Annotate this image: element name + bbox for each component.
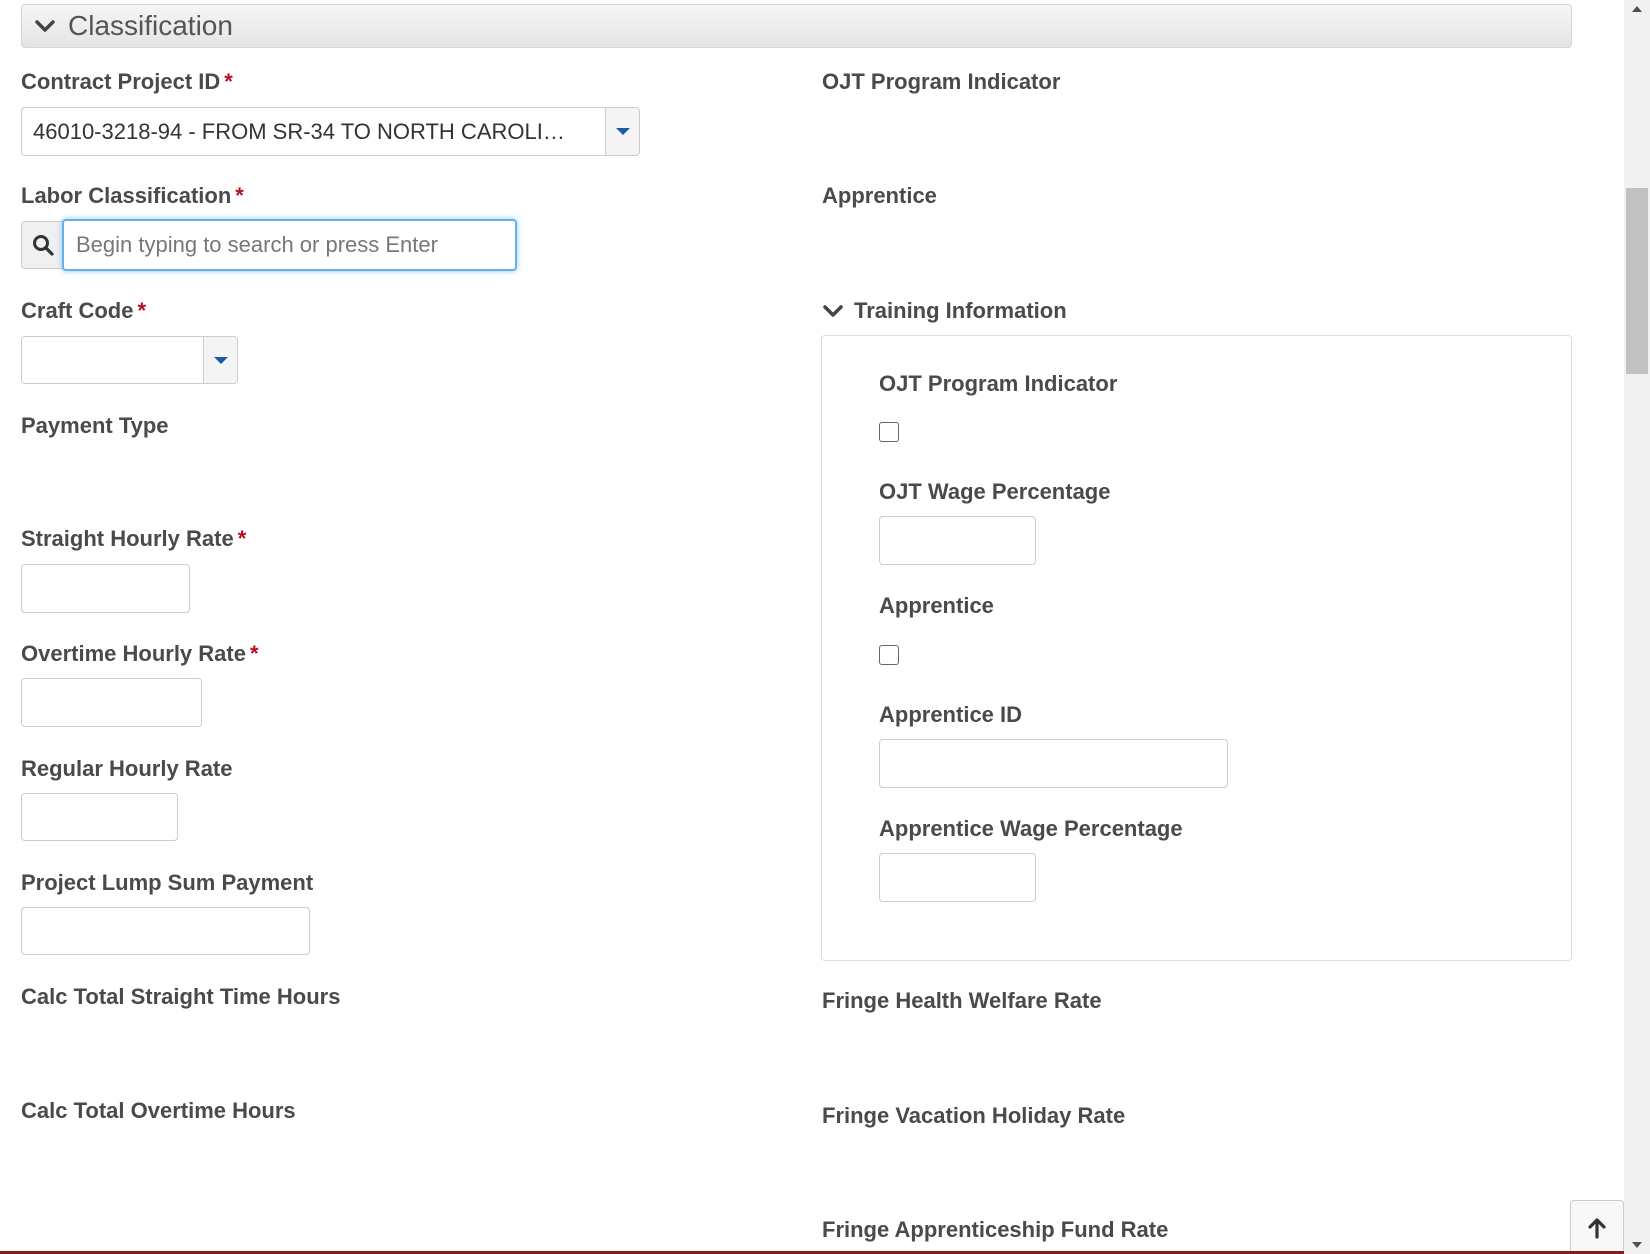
overtime-hourly-rate-input[interactable] bbox=[21, 678, 202, 727]
training-information-title: Training Information bbox=[854, 298, 1067, 323]
project-lump-sum-payment-label: Project Lump Sum Payment bbox=[21, 870, 314, 895]
straight-hourly-rate-label: Straight Hourly Rate * bbox=[21, 526, 247, 551]
ojt-program-indicator-label: OJT Program Indicator bbox=[822, 69, 1061, 94]
caret-down-icon bbox=[213, 356, 228, 364]
ojt-program-indicator-checkbox[interactable] bbox=[879, 422, 899, 442]
craft-code-dropdown-button[interactable] bbox=[203, 337, 237, 383]
ojt-wage-percentage-input[interactable] bbox=[879, 516, 1036, 565]
scroll-up-arrow-icon bbox=[1632, 6, 1642, 12]
payment-type-label: Payment Type bbox=[21, 413, 169, 438]
back-to-top-button[interactable] bbox=[1570, 1200, 1624, 1254]
ojt-wage-percentage-label: OJT Wage Percentage bbox=[879, 479, 1111, 504]
labor-classification-search-button[interactable] bbox=[21, 221, 63, 269]
contract-project-id-value: 46010-3218-94 - FROM SR-34 TO NORTH CARO… bbox=[33, 118, 565, 144]
project-lump-sum-payment-input[interactable] bbox=[21, 907, 310, 955]
training-information-toggle[interactable]: Training Information bbox=[822, 298, 1067, 324]
fringe-vacation-holiday-rate-label: Fringe Vacation Holiday Rate bbox=[822, 1103, 1126, 1128]
scroll-down-arrow-icon bbox=[1632, 1242, 1642, 1248]
fringe-apprenticeship-fund-rate-label: Fringe Apprenticeship Fund Rate bbox=[822, 1217, 1169, 1242]
labor-classification-label: Labor Classification * bbox=[21, 183, 244, 208]
section-title: Classification bbox=[68, 10, 233, 41]
craft-code-select[interactable] bbox=[21, 336, 238, 384]
apprentice-checkbox[interactable] bbox=[879, 645, 899, 665]
regular-hourly-rate-input[interactable] bbox=[21, 793, 178, 841]
apprentice-wage-percentage-input[interactable] bbox=[879, 853, 1036, 902]
chevron-down-icon bbox=[34, 15, 56, 37]
calc-total-overtime-hours-label: Calc Total Overtime Hours bbox=[21, 1098, 296, 1123]
chevron-down-icon bbox=[822, 300, 844, 322]
regular-hourly-rate-label: Regular Hourly Rate bbox=[21, 756, 233, 781]
calc-total-straight-time-hours-label: Calc Total Straight Time Hours bbox=[21, 984, 341, 1009]
required-marker: * bbox=[137, 298, 147, 323]
required-marker: * bbox=[249, 641, 259, 666]
scroll-down-button[interactable] bbox=[1624, 1236, 1650, 1254]
required-marker: * bbox=[235, 183, 244, 208]
scrollbar-thumb[interactable] bbox=[1626, 188, 1648, 374]
craft-code-label: Craft Code * bbox=[21, 298, 147, 323]
fringe-health-welfare-rate-label: Fringe Health Welfare Rate bbox=[822, 988, 1102, 1013]
required-marker: * bbox=[237, 526, 247, 551]
contract-project-id-dropdown-button[interactable] bbox=[605, 108, 639, 155]
arrow-up-icon bbox=[1588, 1217, 1606, 1239]
apprentice-id-label: Apprentice ID bbox=[879, 702, 1023, 727]
vertical-scrollbar[interactable] bbox=[1624, 0, 1650, 1254]
scroll-up-button[interactable] bbox=[1624, 0, 1650, 18]
training-apprentice-label: Apprentice bbox=[879, 593, 994, 618]
overtime-hourly-rate-label: Overtime Hourly Rate * bbox=[21, 641, 259, 666]
labor-classification-search-input[interactable] bbox=[62, 219, 517, 271]
apprentice-id-input[interactable] bbox=[879, 739, 1228, 788]
apprentice-label: Apprentice bbox=[822, 183, 937, 208]
apprentice-wage-percentage-label: Apprentice Wage Percentage bbox=[879, 816, 1183, 841]
caret-down-icon bbox=[615, 128, 630, 135]
classification-section-header[interactable]: Classification bbox=[21, 4, 1572, 48]
straight-hourly-rate-input[interactable] bbox=[21, 564, 190, 613]
required-marker: * bbox=[224, 69, 233, 94]
training-ojt-program-indicator-label: OJT Program Indicator bbox=[879, 371, 1118, 396]
contract-project-id-label: Contract Project ID * bbox=[21, 69, 233, 94]
search-icon bbox=[32, 235, 54, 256]
contract-project-id-select[interactable]: 46010-3218-94 - FROM SR-34 TO NORTH CARO… bbox=[21, 107, 640, 156]
